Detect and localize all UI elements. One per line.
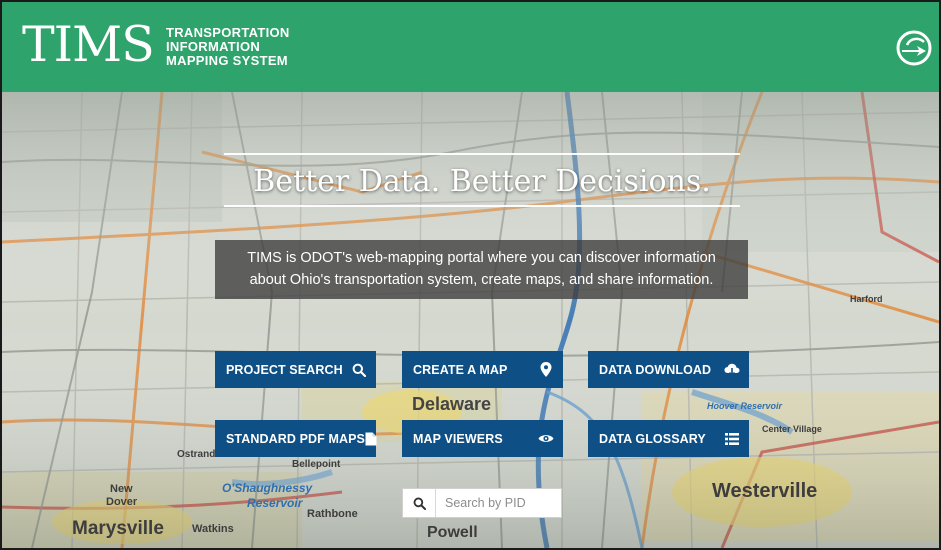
search-icon [351, 362, 367, 378]
data-download-button[interactable]: DATA DOWNLOAD [588, 351, 749, 388]
hero-bottom-rule [224, 205, 740, 207]
eye-icon [538, 431, 554, 447]
map-label: Dover [106, 496, 138, 508]
logo-subtitle-line: TRANSPORTATION [166, 25, 290, 40]
map-label: O'Shaughnessy [222, 481, 314, 495]
data-glossary-button[interactable]: DATA GLOSSARY [588, 420, 749, 457]
map-pin-icon [538, 362, 554, 378]
hero-description-line: about Ohio's transportation system, crea… [249, 272, 714, 288]
hero-top-rule [224, 153, 740, 155]
map-illustration: Marysville Delaware Westerville O'Shaugh… [2, 92, 939, 548]
list-icon [724, 431, 740, 447]
map-label: Delaware [412, 394, 491, 414]
button-label: STANDARD PDF MAPS [226, 431, 365, 446]
map-label: Hoover Reservoir [707, 401, 783, 411]
map-label: Westerville [712, 480, 817, 502]
map-label: Rathbone [307, 508, 358, 520]
map-label: Powell [427, 524, 478, 541]
search-icon[interactable] [403, 489, 436, 517]
create-a-map-button[interactable]: CREATE A MAP [402, 351, 563, 388]
tims-logo-subtitle: TRANSPORTATION INFORMATION MAPPING SYSTE… [166, 26, 290, 68]
cloud-download-icon [724, 362, 740, 378]
standard-pdf-maps-button[interactable]: STANDARD PDF MAPS [215, 420, 377, 457]
hero-description-line: TIMS is ODOT's web-mapping portal where … [247, 250, 716, 266]
project-search-button[interactable]: PROJECT SEARCH [215, 351, 376, 388]
site-header: TIMS TRANSPORTATION INFORMATION MAPPING … [2, 2, 939, 92]
button-label: DATA GLOSSARY [599, 431, 706, 446]
pid-search-box [402, 488, 562, 518]
map-label: Marysville [72, 518, 164, 539]
map-label: Center Village [762, 424, 822, 434]
map-label: Reservoir [247, 496, 304, 510]
map-label: Watkins [192, 523, 234, 535]
map-label: Harford [850, 294, 883, 304]
map-background: Marysville Delaware Westerville O'Shaugh… [2, 92, 939, 548]
button-label: MAP VIEWERS [413, 431, 503, 446]
button-label: PROJECT SEARCH [226, 362, 343, 377]
button-label: CREATE A MAP [413, 362, 508, 377]
logo-subtitle-line: MAPPING SYSTEM [166, 53, 288, 68]
document-icon [365, 431, 377, 447]
hero-title: Better Data. Better Decisions. [253, 164, 711, 199]
hero-description: TIMS is ODOT's web-mapping portal where … [215, 240, 748, 299]
tims-logo[interactable]: TIMS [22, 18, 155, 72]
button-label: DATA DOWNLOAD [599, 362, 712, 377]
pid-search-input[interactable] [436, 489, 561, 517]
page-frame: TIMS TRANSPORTATION INFORMATION MAPPING … [0, 0, 941, 550]
map-viewers-button[interactable]: MAP VIEWERS [402, 420, 563, 457]
map-label: New [110, 483, 133, 495]
odot-logo-icon[interactable] [895, 29, 933, 67]
map-label: Bellepoint [292, 459, 341, 470]
logo-subtitle-line: INFORMATION [166, 39, 261, 54]
